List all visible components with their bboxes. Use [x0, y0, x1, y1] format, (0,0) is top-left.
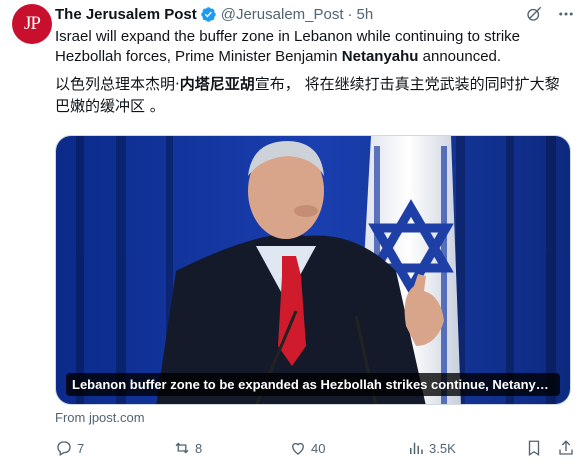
translated-text: 以色列总理本杰明·内塔尼亚胡宣布， 将在继续打击真主党武装的同时扩大黎巴嫩的缓冲…: [55, 73, 565, 117]
view-count: 3.5K: [429, 440, 456, 456]
more-options-icon[interactable]: [557, 5, 575, 23]
repost-button[interactable]: 8: [173, 438, 202, 458]
cn-text-bold: 内塔尼亚胡: [179, 75, 255, 93]
views-button[interactable]: 3.5K: [407, 438, 456, 458]
share-button[interactable]: [557, 438, 575, 458]
bookmark-icon: [528, 440, 540, 457]
cn-text-part1: 以色列总理本杰明·: [55, 75, 180, 93]
tweet-header: The Jerusalem Post @Jerusalem_Post · 5h: [55, 4, 575, 24]
link-source[interactable]: From jpost.com: [55, 410, 145, 425]
reply-icon: [57, 441, 71, 456]
heart-icon: [292, 442, 304, 455]
reply-count: 7: [77, 440, 85, 456]
repost-count: 8: [195, 440, 203, 456]
author-avatar[interactable]: JP: [12, 4, 52, 44]
grok-icon[interactable]: [525, 5, 543, 23]
like-button[interactable]: 40: [289, 438, 325, 458]
tweet-text-part2: announced.: [418, 48, 502, 65]
link-card-media[interactable]: Lebanon buffer zone to be expanded as He…: [55, 135, 571, 405]
reply-button[interactable]: 7: [55, 438, 84, 458]
author-handle[interactable]: @Jerusalem_Post: [221, 6, 344, 23]
avatar-logo-text: JP: [24, 13, 41, 34]
repost-icon: [175, 442, 189, 454]
verified-badge-icon: [200, 6, 217, 23]
tweet-text-bold: Netanyahu: [341, 48, 419, 65]
timestamp[interactable]: 5h: [357, 6, 374, 23]
analytics-icon: [410, 442, 423, 454]
news-photo: [56, 136, 570, 404]
link-card-caption: Lebanon buffer zone to be expanded as He…: [66, 373, 560, 396]
separator-dot: ·: [347, 5, 353, 23]
bookmark-button[interactable]: [525, 438, 543, 458]
share-icon: [559, 440, 573, 455]
tweet-actions: 7 8 40 3.5K: [55, 438, 575, 458]
author-name[interactable]: The Jerusalem Post: [55, 6, 197, 23]
like-count: 40: [311, 440, 326, 456]
tweet-text: Israel will expand the buffer zone in Le…: [55, 27, 565, 67]
